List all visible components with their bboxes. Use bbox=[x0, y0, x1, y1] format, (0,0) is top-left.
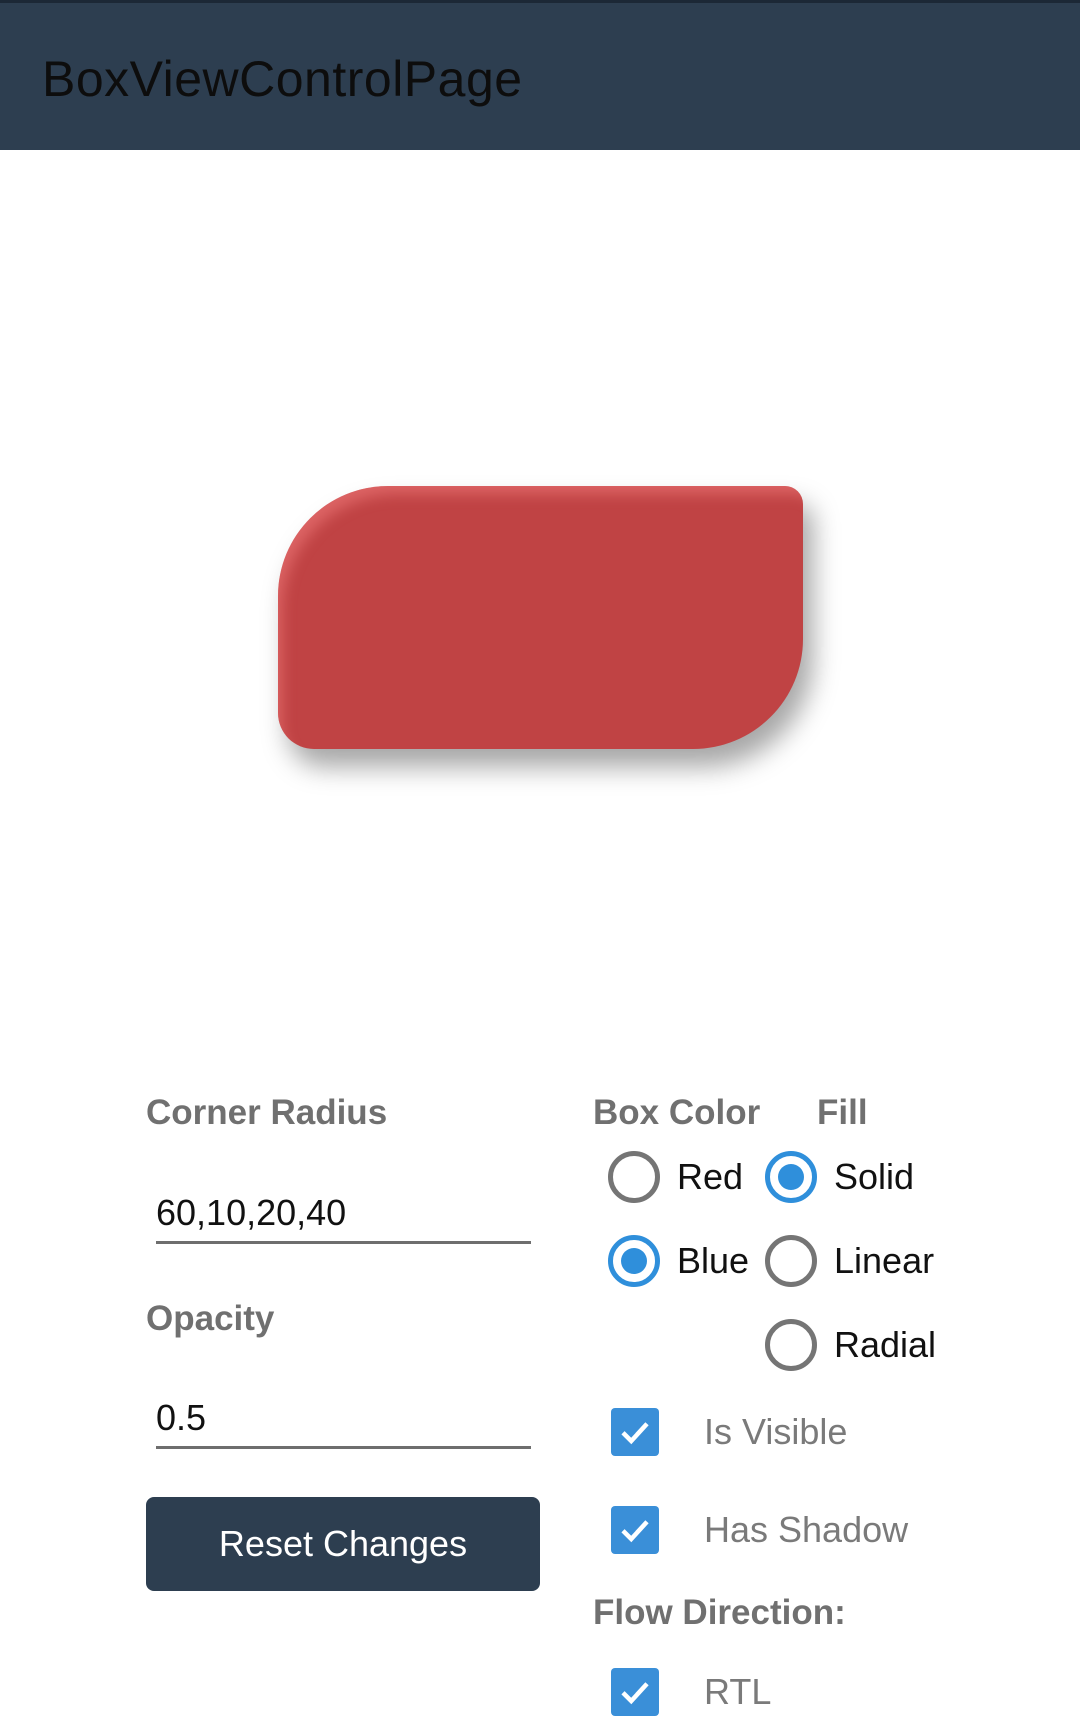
page-title: BoxViewControlPage bbox=[42, 51, 523, 107]
checkmark-icon bbox=[621, 1682, 649, 1705]
box-view-preview bbox=[278, 486, 803, 749]
checkmark-icon bbox=[621, 1520, 649, 1543]
radio-circle bbox=[765, 1151, 817, 1203]
status-bar-edge bbox=[0, 0, 1080, 3]
checkmark-icon bbox=[621, 1422, 649, 1445]
is-visible-checkbox[interactable] bbox=[611, 1408, 659, 1456]
fill-radio-linear[interactable]: Linear bbox=[765, 1235, 934, 1287]
opacity-input[interactable] bbox=[156, 1389, 531, 1446]
radio-label-solid: Solid bbox=[834, 1156, 915, 1197]
radio-label-blue: Blue bbox=[677, 1240, 750, 1281]
has-shadow-checkbox[interactable] bbox=[611, 1506, 659, 1554]
is-visible-checkbox-row[interactable]: Is Visible bbox=[611, 1408, 847, 1456]
is-visible-label: Is Visible bbox=[704, 1411, 848, 1452]
has-shadow-checkbox-row[interactable]: Has Shadow bbox=[611, 1506, 908, 1554]
corner-radius-input[interactable] bbox=[156, 1184, 531, 1241]
radio-circle bbox=[765, 1235, 817, 1287]
radio-label-red: Red bbox=[677, 1156, 744, 1197]
opacity-label: Opacity bbox=[146, 1299, 275, 1338]
radio-label-radial: Radial bbox=[834, 1324, 937, 1365]
box-color-label: Box Color bbox=[593, 1093, 761, 1132]
has-shadow-label: Has Shadow bbox=[704, 1509, 909, 1550]
fill-label: Fill bbox=[817, 1093, 868, 1132]
corner-radius-label: Corner Radius bbox=[146, 1093, 388, 1132]
rtl-label: RTL bbox=[704, 1671, 772, 1712]
radio-circle bbox=[608, 1151, 660, 1203]
fill-radio-radial[interactable]: Radial bbox=[765, 1319, 936, 1371]
app-bar: BoxViewControlPage bbox=[0, 0, 1080, 150]
rtl-checkbox-row[interactable]: RTL bbox=[611, 1668, 771, 1716]
corner-radius-field-container bbox=[156, 1184, 531, 1244]
box-color-radio-blue[interactable]: Blue bbox=[608, 1235, 749, 1287]
box-color-radio-red[interactable]: Red bbox=[608, 1151, 743, 1203]
radio-circle bbox=[608, 1235, 660, 1287]
radio-circle bbox=[765, 1319, 817, 1371]
flow-direction-label: Flow Direction: bbox=[593, 1593, 846, 1632]
opacity-field-container bbox=[156, 1389, 531, 1449]
reset-changes-button[interactable]: Reset Changes bbox=[146, 1497, 540, 1591]
radio-label-linear: Linear bbox=[834, 1240, 935, 1281]
fill-radio-solid[interactable]: Solid bbox=[765, 1151, 914, 1203]
rtl-checkbox[interactable] bbox=[611, 1668, 659, 1716]
